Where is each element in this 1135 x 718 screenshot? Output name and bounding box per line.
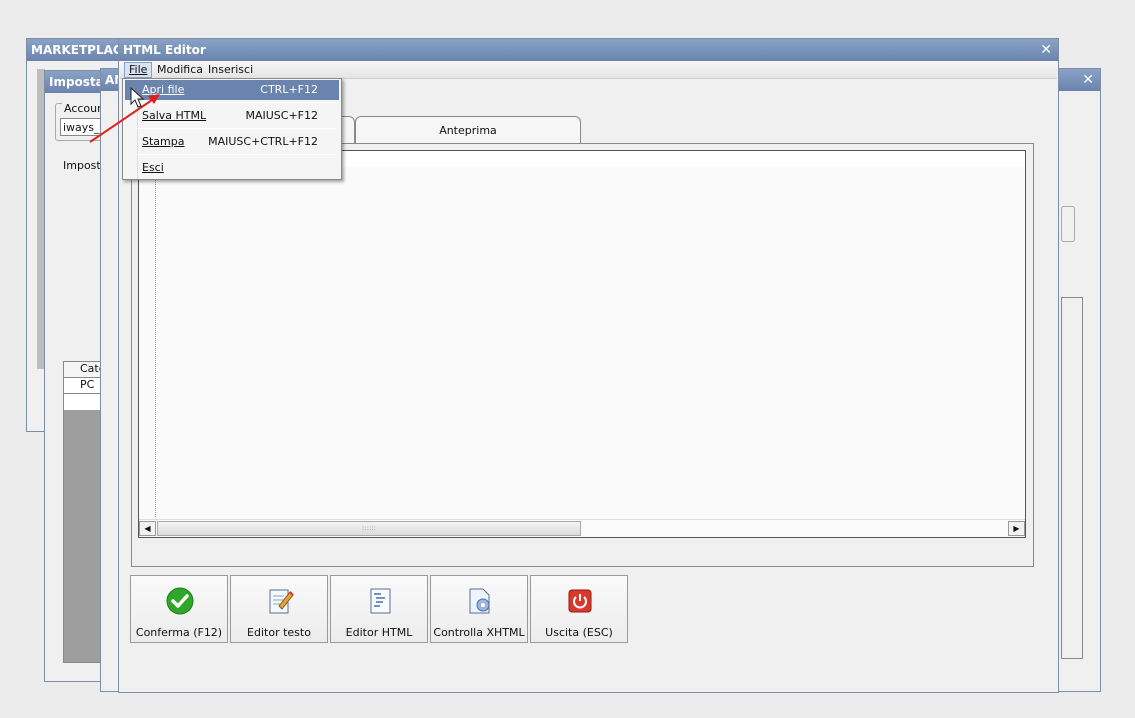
annotation-overlay <box>89 86 160 143</box>
mouse-cursor-icon <box>130 86 145 108</box>
annotation-arrow <box>89 94 160 143</box>
